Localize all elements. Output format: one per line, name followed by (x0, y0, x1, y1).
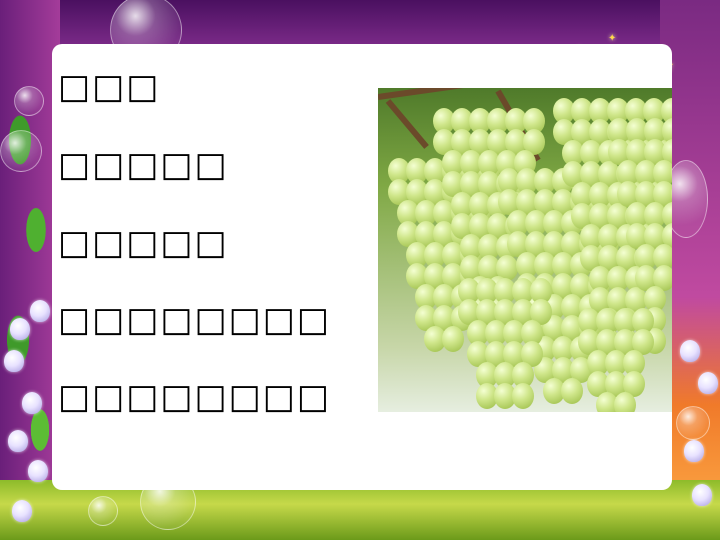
grape-berry (561, 378, 583, 404)
grape-berry (614, 392, 636, 412)
flower-decoration (10, 318, 30, 340)
text-line-1: □□□ (58, 67, 161, 107)
flower-decoration (692, 484, 712, 506)
text-line-5: □□□□□□□□ (58, 377, 331, 417)
bubble-decoration (14, 86, 44, 116)
flower-decoration (4, 350, 24, 372)
grape-berry (512, 383, 534, 409)
flower-decoration (8, 430, 28, 452)
bubble-decoration (676, 406, 710, 440)
vine-branch (385, 99, 429, 149)
text-line-4: □□□□□□□□ (58, 300, 331, 340)
vine-branch (378, 88, 498, 100)
bubble-decoration (88, 496, 118, 526)
flower-decoration (30, 300, 50, 322)
flower-decoration (698, 372, 718, 394)
flower-decoration (680, 340, 700, 362)
flower-decoration (684, 440, 704, 462)
grape-berry (442, 326, 464, 352)
bubble-decoration (0, 130, 42, 172)
flower-decoration (22, 392, 42, 414)
text-line-3: □□□□□ (58, 223, 229, 263)
star-icon: ✦ (608, 33, 617, 44)
flower-decoration (28, 460, 48, 482)
flower-decoration (12, 500, 32, 522)
grapes-photo (378, 88, 672, 412)
text-line-2: □□□□□ (58, 145, 229, 185)
